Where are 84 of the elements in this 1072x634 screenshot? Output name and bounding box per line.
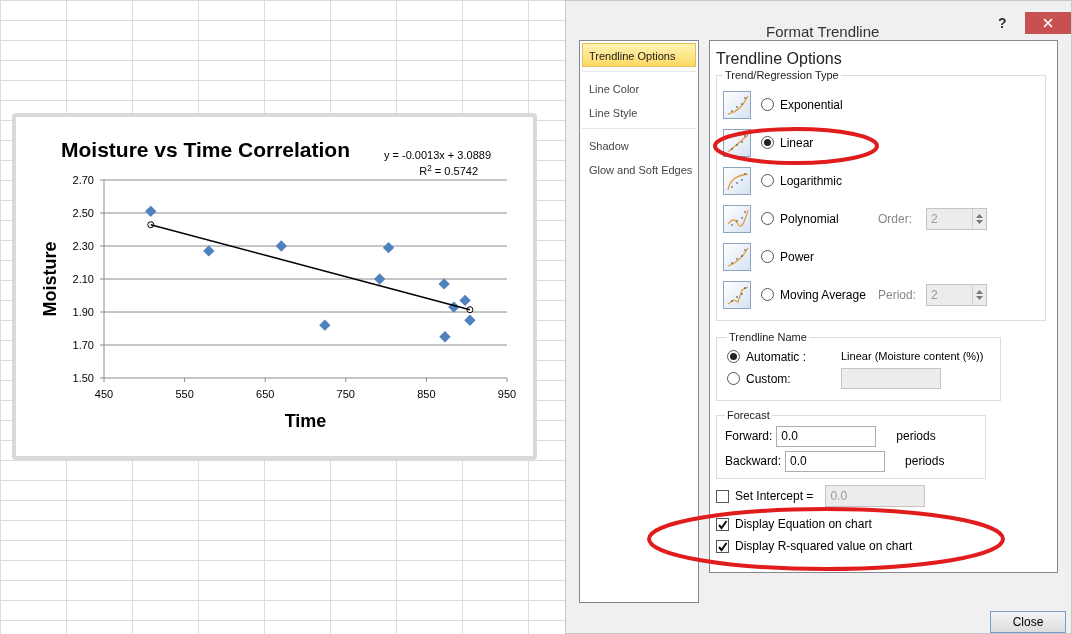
close-button[interactable] xyxy=(1025,12,1071,34)
checkbox[interactable] xyxy=(716,517,729,531)
close-icon xyxy=(1041,16,1055,30)
radio-label[interactable]: Power xyxy=(780,247,876,266)
up-arrow-icon[interactable] xyxy=(976,289,983,294)
radio-label[interactable]: Moving Average xyxy=(780,285,876,304)
y-tick-label: 2.50 xyxy=(72,207,94,219)
chart-title: Moisture vs Time Correlation xyxy=(61,138,351,161)
data-point xyxy=(203,245,215,257)
category-item[interactable]: Glow and Soft Edges xyxy=(582,157,696,181)
radio-button[interactable] xyxy=(761,288,774,301)
radio-button[interactable] xyxy=(727,350,740,363)
data-point xyxy=(145,205,157,217)
trendline-equation: y = -0.0013x + 3.0889 xyxy=(383,149,491,161)
unit-label: periods xyxy=(896,428,936,445)
x-tick-label: 450 xyxy=(94,388,114,400)
data-point xyxy=(448,301,460,313)
forecast-field[interactable]: 0.0 xyxy=(785,450,886,472)
group-label: Trend/Regression Type xyxy=(724,68,840,83)
x-tick-label: 850 xyxy=(417,388,436,400)
trend-chart-icon xyxy=(723,166,751,195)
y-tick-label: 2.70 xyxy=(72,174,94,186)
x-axis-title: Time xyxy=(284,411,327,431)
y-axis-title: Moisture xyxy=(40,241,60,317)
r-squared-label: R$^{2}$ = 0.5742 xyxy=(418,164,478,178)
radio-label[interactable]: Exponential xyxy=(780,95,876,114)
group-label: Forecast xyxy=(726,408,771,423)
param-label: Period: xyxy=(878,286,918,304)
y-tick-label: 2.10 xyxy=(72,273,94,285)
radio-label[interactable]: Polynomial xyxy=(780,209,876,228)
x-tick-label: 950 xyxy=(497,388,517,400)
checkbox-label[interactable]: Display Equation on chart xyxy=(735,515,872,533)
field-label: Forward: xyxy=(725,428,773,445)
group-label: Trendline Name xyxy=(728,330,808,345)
custom-name-field[interactable] xyxy=(841,368,941,389)
x-tick-label: 650 xyxy=(256,388,275,400)
radio-label[interactable]: Automatic : xyxy=(746,347,841,366)
x-tick-label: 750 xyxy=(336,388,355,400)
radio-button[interactable] xyxy=(761,136,774,149)
checkbox-label[interactable]: Display R-squared value on chart xyxy=(735,537,913,555)
radio-button[interactable] xyxy=(727,372,740,385)
category-item[interactable]: Line Color xyxy=(582,76,696,100)
help-button[interactable]: ? xyxy=(998,13,1007,34)
trendline-end-point xyxy=(147,221,155,229)
data-point xyxy=(439,331,451,343)
down-arrow-icon[interactable] xyxy=(976,219,983,224)
y-tick-label: 1.70 xyxy=(72,339,94,351)
trend-chart-icon xyxy=(723,242,751,271)
chart-area[interactable]: Moisture vs Time Correlation y = -0.0013x + 3.0889 R$^{2}$ = 0.5742 1.50 1.70 1.90 2.10 2.30 2.50 2.70 450 550 650 750 850 950 Time Moisture xyxy=(12,113,537,460)
data-point xyxy=(459,294,471,307)
data-point xyxy=(464,314,476,326)
data-point xyxy=(275,240,287,252)
data-point xyxy=(382,242,395,254)
window-title: Format Trendline xyxy=(766,22,880,42)
x-tick-label: 550 xyxy=(175,388,194,400)
checkbox[interactable] xyxy=(716,539,729,553)
forecast-field[interactable]: 0.0 xyxy=(776,425,877,447)
unit-label: periods xyxy=(905,453,945,470)
y-tick-label: 1.90 xyxy=(72,306,94,318)
trend-chart-icon xyxy=(723,204,751,233)
param-label: Order: xyxy=(878,210,913,228)
radio-button[interactable] xyxy=(761,212,774,225)
data-point xyxy=(319,319,331,331)
data-point xyxy=(438,278,450,290)
trendline-name: Linear (Moisture content (%)) xyxy=(841,349,984,365)
category-item[interactable]: Shadow xyxy=(582,133,696,157)
panel-heading: Trendline Options xyxy=(716,49,843,69)
radio-label[interactable]: Logarithmic xyxy=(780,171,876,190)
category-item[interactable]: Trendline Options xyxy=(582,43,696,67)
field-label: Backward: xyxy=(725,453,782,470)
trendline-end-point xyxy=(466,306,474,314)
trend-chart-icon xyxy=(723,90,751,119)
data-point xyxy=(374,273,386,285)
close-dialog-button[interactable]: Close xyxy=(990,611,1066,633)
radio-button[interactable] xyxy=(761,174,774,187)
radio-button[interactable] xyxy=(761,98,774,111)
y-tick-label: 1.50 xyxy=(72,372,94,384)
category-item[interactable]: Line Style xyxy=(582,100,696,124)
y-tick-label: 2.30 xyxy=(72,240,94,252)
radio-button[interactable] xyxy=(761,250,774,263)
up-arrow-icon[interactable] xyxy=(976,213,983,218)
down-arrow-icon[interactable] xyxy=(976,295,983,300)
trend-chart-icon xyxy=(723,280,751,309)
radio-label[interactable]: Custom: xyxy=(746,369,841,388)
